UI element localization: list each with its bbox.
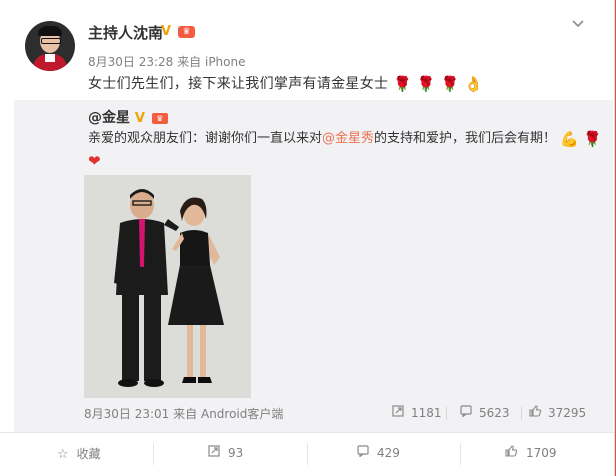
- repost-photo[interactable]: [84, 175, 251, 398]
- repost-source[interactable]: Android客户端: [201, 407, 283, 421]
- thumbs-up-icon: [528, 405, 542, 420]
- favorite-button[interactable]: ☆ 收藏: [57, 445, 101, 462]
- weibo-card: 主持人沈南 V ♛ 8月30日 23:28 来自 iPhone 女士们先生们，接…: [0, 0, 615, 476]
- share-icon: [208, 445, 220, 461]
- rose-emoji-icon: 🌹: [583, 129, 602, 148]
- star-icon: ☆: [57, 447, 69, 462]
- like-button[interactable]: 1709: [505, 445, 557, 461]
- source-prefix: 来自: [173, 407, 198, 421]
- post-text: 女士们先生们，接下来让我们掌声有请金星女士 🌹 🌹 🌹 👌: [88, 73, 483, 93]
- favorite-label: 收藏: [76, 447, 101, 461]
- verified-icon[interactable]: V: [161, 24, 171, 39]
- avatar-glasses: [41, 38, 61, 44]
- comment-button[interactable]: 429: [357, 445, 400, 461]
- post-date[interactable]: 8月30日 23:28: [88, 55, 173, 69]
- like-count: 1709: [526, 446, 557, 460]
- post-source[interactable]: iPhone: [205, 55, 246, 69]
- repost-meta: 8月30日 23:01 来自 Android客户端: [84, 405, 283, 422]
- muscle-emoji-icon: 💪: [560, 129, 579, 148]
- repost-count: 93: [228, 446, 244, 460]
- repost-repost-action[interactable]: 1181: [391, 405, 442, 420]
- mention-link[interactable]: @金星秀: [322, 131, 374, 146]
- verified-icon[interactable]: V: [135, 111, 145, 126]
- rose-emoji-icon: 🌹: [440, 75, 460, 93]
- repost-block[interactable]: @金星 V ♛ 亲爱的观众朋友们：谢谢你们一直以来对@金星秀的支持和爱护，我们后…: [14, 100, 613, 433]
- source-prefix: 来自: [177, 55, 202, 69]
- thumbs-up-icon: [505, 445, 518, 461]
- ok-hand-emoji-icon: 👌: [464, 75, 484, 93]
- repost-date[interactable]: 8月30日 23:01: [84, 407, 169, 421]
- repost-button[interactable]: 93: [208, 445, 243, 461]
- member-badge-icon[interactable]: ♛: [178, 26, 195, 38]
- divider: [153, 443, 154, 465]
- share-icon: [391, 405, 405, 420]
- divider: [460, 443, 461, 465]
- divider: [307, 443, 308, 465]
- avatar-collar: [45, 54, 55, 62]
- comment-icon: [459, 405, 473, 420]
- divider: [446, 407, 447, 420]
- comment-icon: [357, 445, 369, 461]
- rose-emoji-icon: 🌹: [393, 75, 413, 93]
- repost-like-action[interactable]: 37295: [528, 405, 586, 420]
- rose-emoji-icon: 🌹: [416, 75, 436, 93]
- action-bar: ☆ 收藏 93 429 1709: [0, 432, 614, 476]
- member-badge-icon[interactable]: ♛: [151, 112, 168, 124]
- author-avatar[interactable]: [25, 21, 75, 71]
- author-name[interactable]: 主持人沈南: [88, 22, 163, 43]
- repost-text-a: 亲爱的观众朋友们：谢谢你们一直以来对: [88, 131, 323, 146]
- heart-emoji-icon: ❤: [88, 151, 101, 170]
- repost-text-b: 的支持和爱护，我们后会有期！: [374, 131, 557, 146]
- post-meta: 8月30日 23:28 来自 iPhone: [88, 53, 246, 70]
- repost-comment-count: 5623: [479, 406, 510, 420]
- chevron-down-icon[interactable]: [571, 18, 585, 30]
- repost-like-count: 37295: [548, 406, 587, 420]
- repost-author-line: @金星 V ♛: [88, 107, 168, 127]
- avatar-hair: [38, 26, 62, 36]
- divider: [521, 407, 522, 420]
- comment-count: 429: [377, 446, 400, 460]
- repost-author[interactable]: @金星: [88, 110, 130, 126]
- repost-repost-count: 1181: [411, 406, 442, 420]
- post-text-content: 女士们先生们，接下来让我们掌声有请金星女士: [88, 76, 389, 92]
- repost-comment-action[interactable]: 5623: [459, 405, 510, 420]
